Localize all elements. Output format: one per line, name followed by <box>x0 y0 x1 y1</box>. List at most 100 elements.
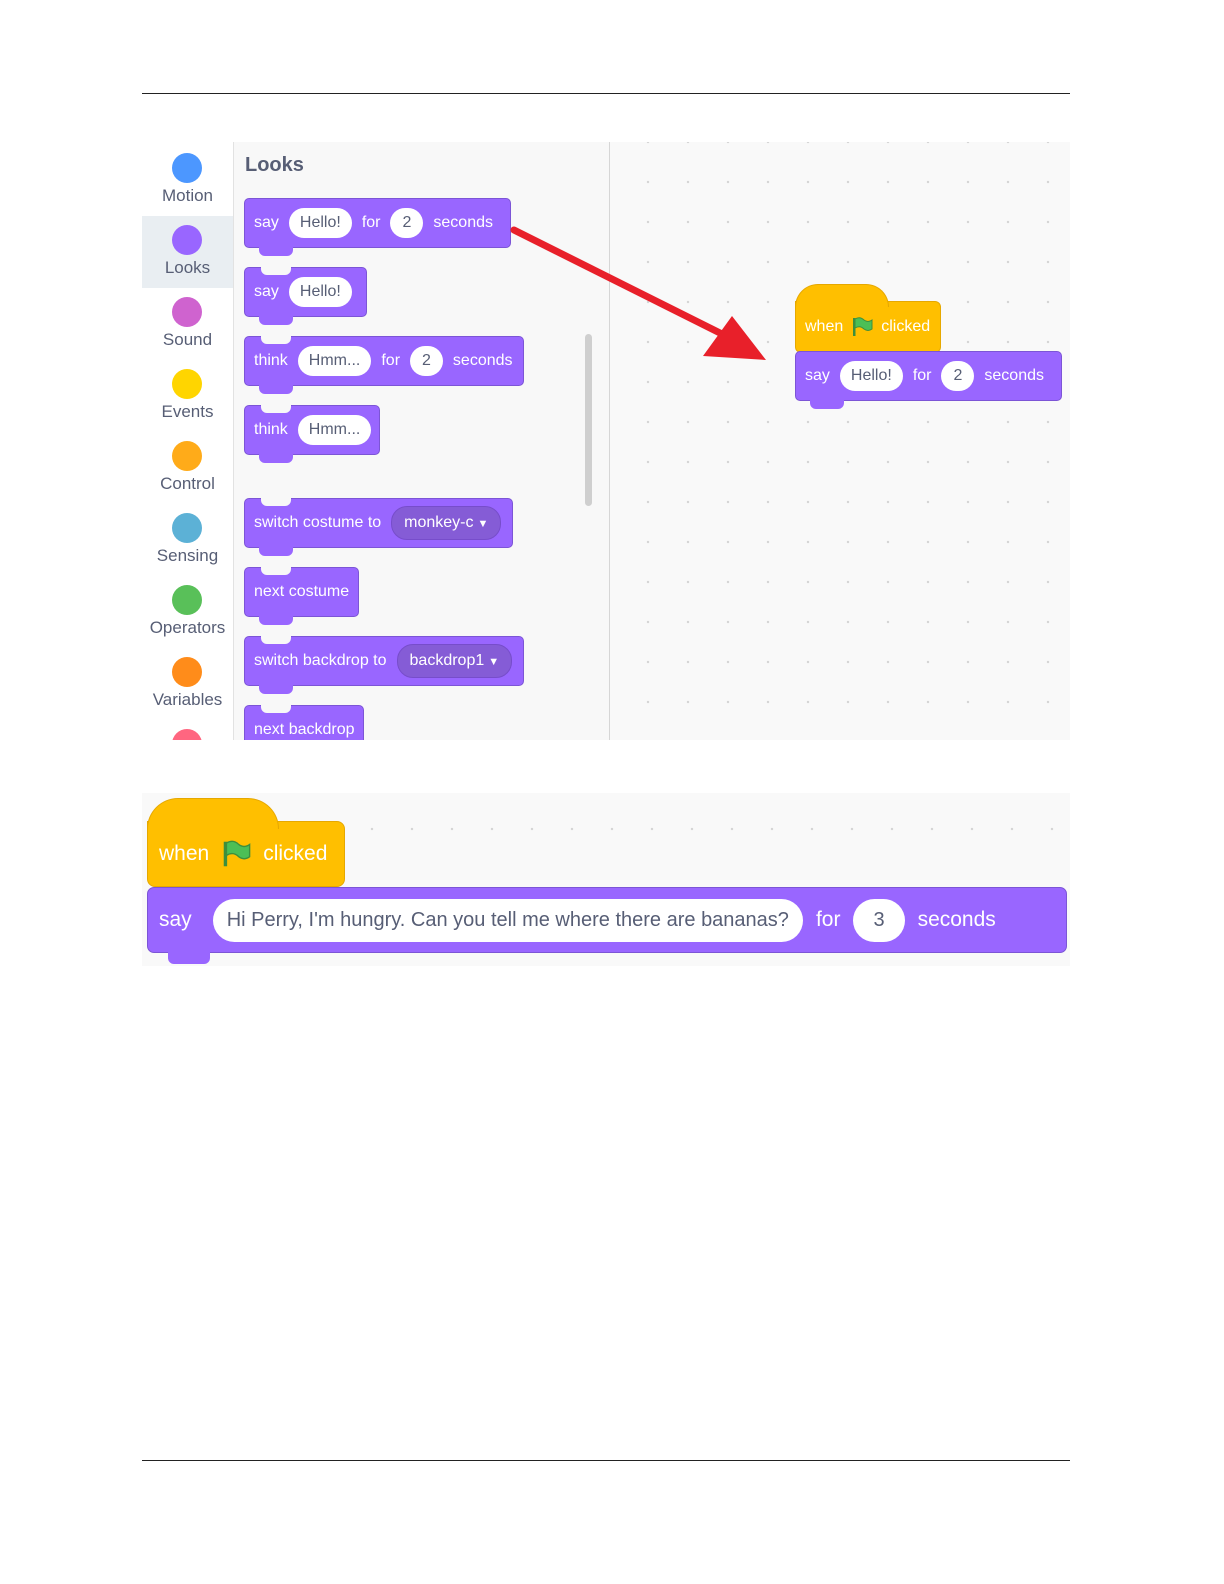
block-text: for <box>381 352 401 369</box>
think-for-seconds-block[interactable]: think Hmm... for 2 seconds <box>244 336 524 394</box>
category-sound[interactable]: Sound <box>142 288 233 360</box>
variables-dot-icon <box>172 657 202 687</box>
message-input[interactable]: Hello! <box>288 277 352 307</box>
block-notch <box>810 399 844 409</box>
category-my-blocks[interactable] <box>142 720 233 740</box>
switch-costume-block[interactable]: switch costume to monkey-c ▼ <box>244 498 513 556</box>
category-label: Looks <box>164 258 211 277</box>
block-text: say <box>254 283 279 300</box>
block-text: think <box>254 421 288 438</box>
think-block[interactable]: think Hmm... <box>244 405 380 463</box>
message-input[interactable]: Hi Perry, I'm hungry. Can you tell me wh… <box>212 898 803 942</box>
dropdown-value: monkey-c <box>404 514 474 531</box>
block-top-notch <box>261 267 291 275</box>
scratch-editor-screenshot: Motion Looks Sound Events Control Sensin… <box>142 142 1070 740</box>
category-menu: Motion Looks Sound Events Control Sensin… <box>142 142 234 740</box>
hat-cap <box>795 284 889 307</box>
block-notch <box>168 951 210 964</box>
block-text: for <box>361 214 381 231</box>
category-label: Operators <box>149 618 226 637</box>
message-input[interactable]: Hmm... <box>297 346 372 376</box>
category-sensing[interactable]: Sensing <box>142 504 233 576</box>
block-top-notch <box>261 567 291 575</box>
category-looks[interactable]: Looks <box>142 216 233 288</box>
footer-rule <box>142 1460 1070 1461</box>
block-text: say <box>805 367 830 384</box>
block-notch <box>259 546 293 556</box>
backdrop-dropdown[interactable]: backdrop1 ▼ <box>396 644 513 678</box>
say-block[interactable]: say Hello! <box>244 267 367 325</box>
block-text: seconds <box>917 908 996 931</box>
block-top-notch <box>261 405 291 413</box>
seconds-input[interactable]: 3 <box>853 898 905 942</box>
block-notch <box>259 384 293 394</box>
block-text: when <box>805 318 844 335</box>
say-for-seconds-block[interactable]: say Hello! for 2 seconds <box>244 198 511 256</box>
category-control[interactable]: Control <box>142 432 233 504</box>
script-closeup-screenshot: when clicked say Hi Perry, I'm hungry. C… <box>142 793 1070 966</box>
control-dot-icon <box>172 441 202 471</box>
category-label: Control <box>160 474 215 493</box>
seconds-input[interactable]: 2 <box>410 346 443 376</box>
category-events[interactable]: Events <box>142 360 233 432</box>
block-text: clicked <box>263 842 328 865</box>
switch-backdrop-block[interactable]: switch backdrop to backdrop1 ▼ <box>244 636 524 694</box>
block-text: say <box>254 214 279 231</box>
category-label: Events <box>161 402 214 421</box>
category-label: Sound <box>162 330 213 349</box>
palette-scrollbar[interactable] <box>585 334 592 506</box>
block-text: for <box>815 908 841 931</box>
say-for-seconds-block[interactable]: say Hi Perry, I'm hungry. Can you tell m… <box>147 887 1067 964</box>
sensing-dot-icon <box>172 513 202 543</box>
block-top-notch <box>261 498 291 506</box>
block-text: when <box>159 842 210 865</box>
block-text: switch backdrop to <box>254 652 387 669</box>
sound-dot-icon <box>172 297 202 327</box>
block-text: for <box>912 367 932 384</box>
dropdown-caret-icon: ▼ <box>488 656 500 668</box>
script-workspace[interactable]: when clicked say Hello! for 2 seconds <box>610 142 1070 740</box>
block-text: switch costume to <box>254 514 382 531</box>
green-flag-icon <box>223 840 251 867</box>
costume-dropdown[interactable]: monkey-c ▼ <box>391 506 502 540</box>
category-operators[interactable]: Operators <box>142 576 233 648</box>
my-blocks-dot-icon <box>172 729 202 740</box>
block-notch <box>259 615 293 625</box>
block-text: seconds <box>433 214 493 231</box>
block-notch <box>259 684 293 694</box>
message-input[interactable]: Hmm... <box>297 415 372 445</box>
operators-dot-icon <box>172 585 202 615</box>
when-flag-clicked-block[interactable]: when clicked <box>795 284 941 353</box>
block-top-notch <box>261 705 291 713</box>
next-costume-block[interactable]: next costume <box>244 567 359 625</box>
looks-dot-icon <box>172 225 202 255</box>
block-text: seconds <box>452 352 513 369</box>
category-label: Motion <box>161 186 214 205</box>
motion-dot-icon <box>172 153 202 183</box>
dropdown-caret-icon: ▼ <box>477 518 489 530</box>
palette-title: Looks <box>245 154 304 176</box>
hat-cap <box>147 798 279 829</box>
when-flag-clicked-block[interactable]: when clicked <box>147 798 345 887</box>
message-input[interactable]: Hello! <box>839 361 903 391</box>
dropdown-value: backdrop1 <box>409 652 485 669</box>
block-top-notch <box>261 636 291 644</box>
category-motion[interactable]: Motion <box>142 144 233 216</box>
block-text: seconds <box>984 367 1044 384</box>
next-backdrop-block[interactable]: next backdrop <box>244 705 364 740</box>
block-palette: Looks say Hello! for 2 seconds say Hello… <box>234 142 610 740</box>
block-text: next backdrop <box>254 721 355 738</box>
block-notch <box>259 246 293 256</box>
block-notch <box>259 315 293 325</box>
block-text: say <box>159 908 192 931</box>
message-input[interactable]: Hello! <box>288 208 352 238</box>
say-for-seconds-block[interactable]: say Hello! for 2 seconds <box>795 351 1062 409</box>
seconds-input[interactable]: 2 <box>390 208 424 238</box>
events-dot-icon <box>172 369 202 399</box>
category-label: Sensing <box>156 546 219 565</box>
header-rule <box>142 93 1070 94</box>
block-text: next costume <box>254 583 350 600</box>
category-label: Variables <box>152 690 223 709</box>
category-variables[interactable]: Variables <box>142 648 233 720</box>
seconds-input[interactable]: 2 <box>941 361 975 391</box>
